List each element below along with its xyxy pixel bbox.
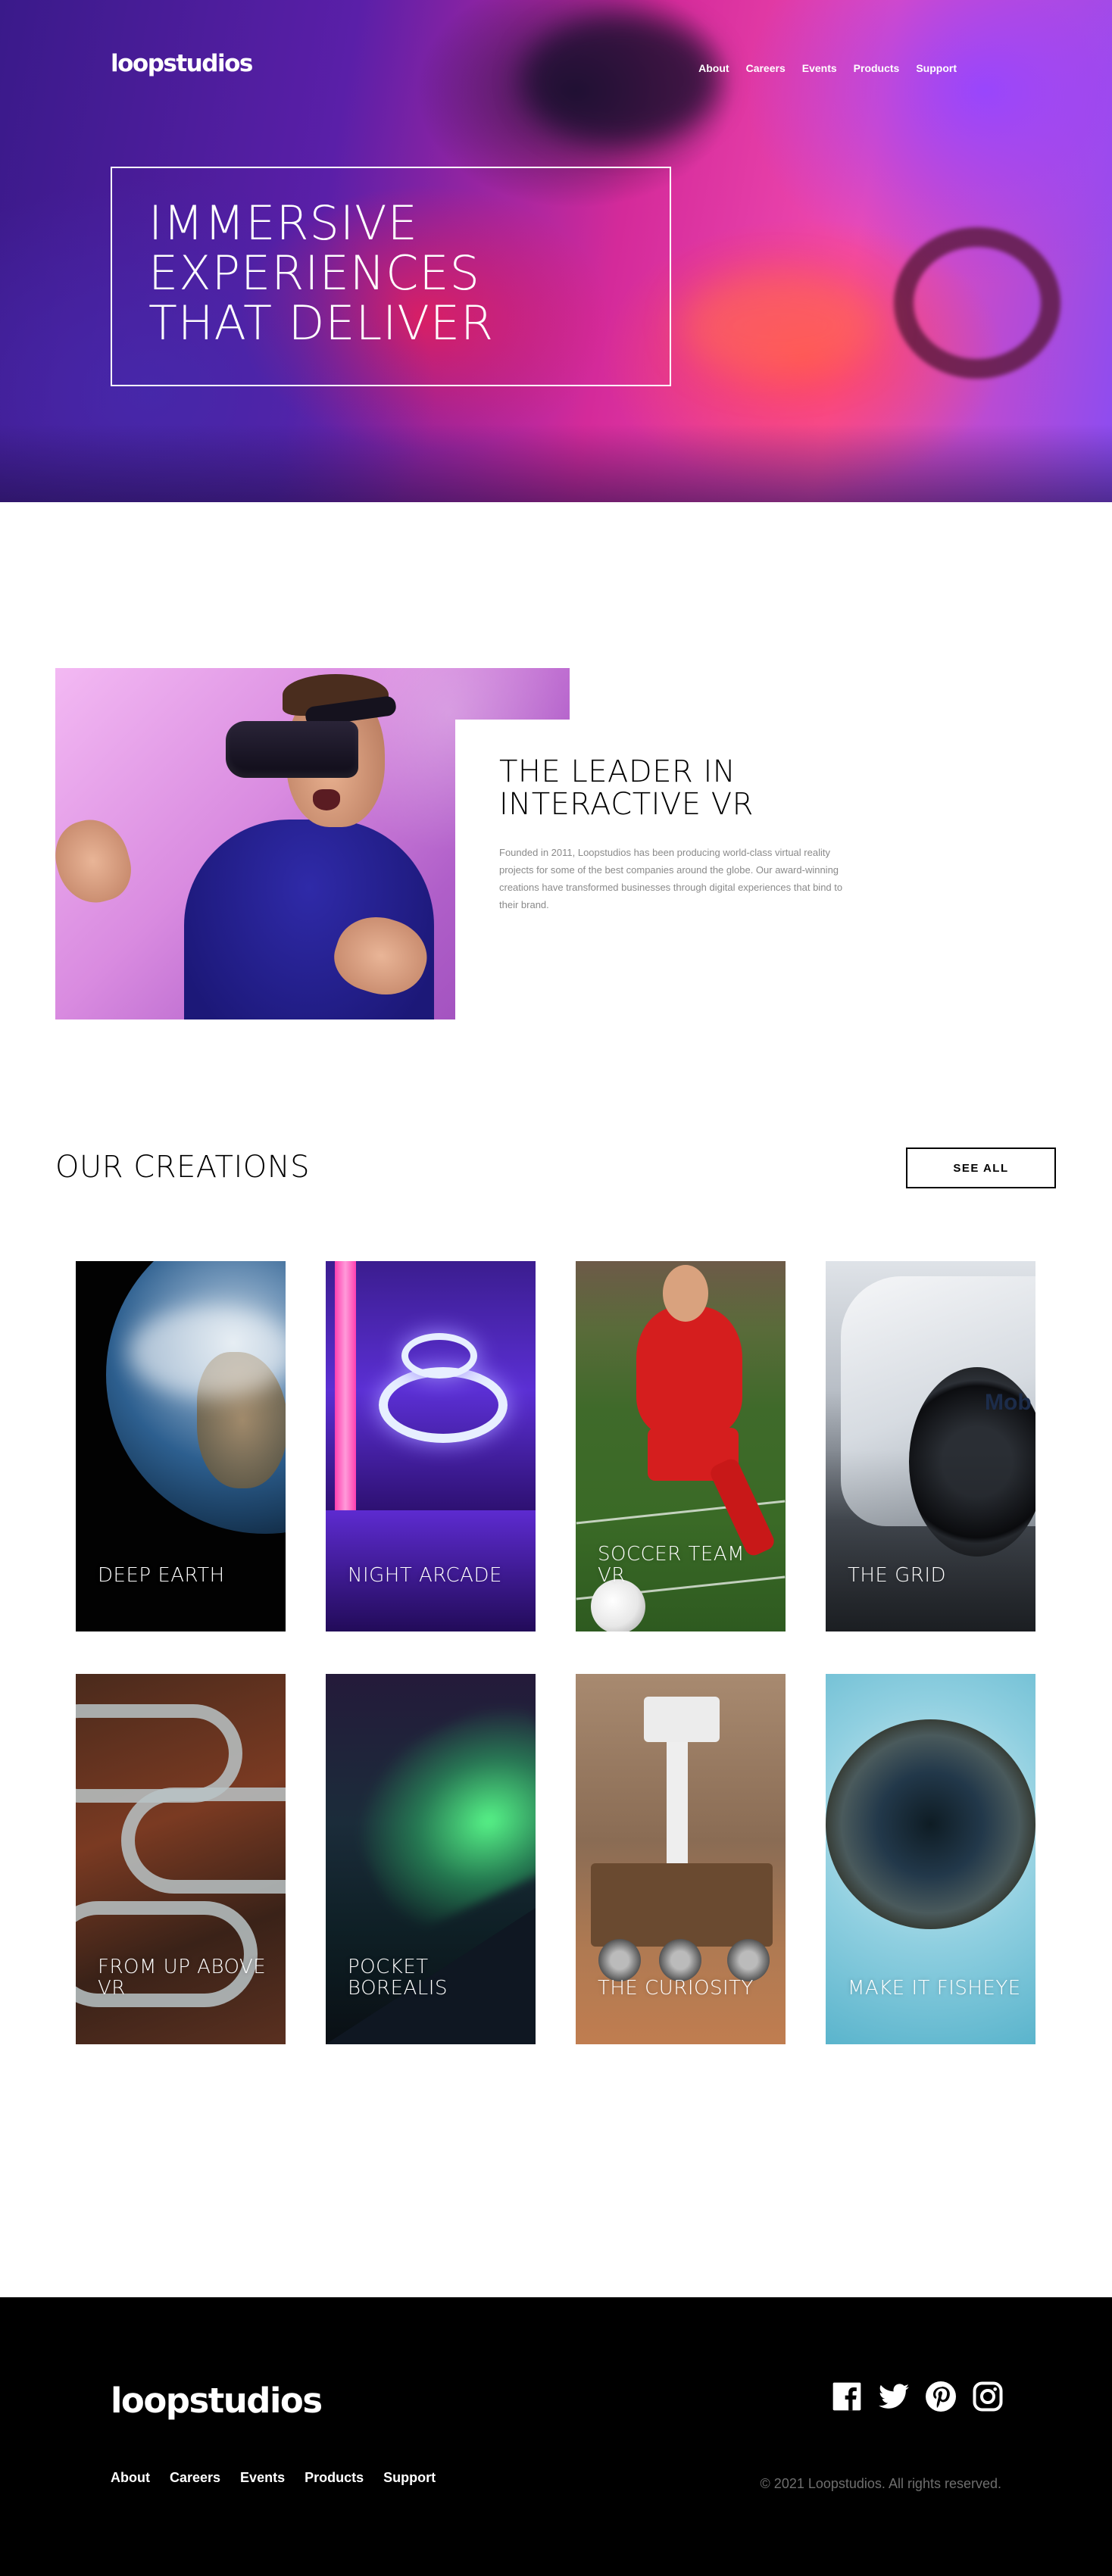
hero-title-line: IMMERSIVE <box>148 195 418 251</box>
copyright-text: © 2021 Loopstudios. All rights reserved. <box>760 2476 1001 2491</box>
creation-card-the-grid[interactable]: Mob THE GRID <box>826 1261 1035 1631</box>
social-links <box>831 2381 1004 2412</box>
rover-camera-head <box>644 1697 720 1742</box>
nav-link-events[interactable]: Events <box>802 62 837 74</box>
creation-card-make-it-fisheye[interactable]: MAKE IT FISHEYE <box>826 1674 1035 2044</box>
fisheye-planet <box>826 1719 1035 1929</box>
nav-link-careers[interactable]: Careers <box>746 62 786 74</box>
main-nav: About Careers Events Products Support <box>698 62 957 74</box>
nav-link-support[interactable]: Support <box>916 62 957 74</box>
creation-card-label: NIGHT ARCADE <box>348 1564 502 1587</box>
creation-card-pocket-borealis[interactable]: POCKET BOREALIS <box>326 1674 536 2044</box>
hero-title-box: IMMERSIVE EXPERIENCES THAT DELIVER <box>111 167 671 386</box>
about-section: THE LEADER IN INTERACTIVE VR Founded in … <box>0 502 1112 1150</box>
image-mouth <box>313 789 340 810</box>
rover-wheel <box>727 1939 770 1981</box>
creation-card-label: SOCCER TEAM VR <box>598 1543 745 1587</box>
soccer-player <box>636 1307 742 1435</box>
card-shade <box>826 1450 1035 1631</box>
hero-title-line: EXPERIENCES <box>148 245 480 301</box>
soccer-player-head <box>663 1265 708 1322</box>
hero-image-steering-wheel <box>894 227 1060 379</box>
twitter-icon[interactable] <box>878 2381 910 2412</box>
creation-card-label: THE CURIOSITY <box>598 1977 754 2000</box>
rover-wheel <box>598 1939 641 1981</box>
creations-section: OUR CREATIONS SEE ALL DEEP EARTH NIGHT A… <box>0 1147 1112 2297</box>
hero-title-line: THAT DELIVER <box>148 295 495 351</box>
creation-card-deep-earth[interactable]: DEEP EARTH <box>76 1261 286 1631</box>
image-hand-left <box>55 811 139 911</box>
about-text: Founded in 2011, Loopstudios has been pr… <box>499 847 843 910</box>
creation-card-label: FROM UP ABOVE VR <box>98 1956 267 2000</box>
facebook-icon[interactable] <box>831 2381 863 2412</box>
site-footer: loopstudios About Careers Events Product… <box>0 2297 1112 2576</box>
footer-link-events[interactable]: Events <box>240 2470 285 2486</box>
creation-card-label: MAKE IT FISHEYE <box>848 1977 1021 2000</box>
creation-card-label: DEEP EARTH <box>98 1564 225 1587</box>
site-logo[interactable]: loopstudios <box>111 50 253 77</box>
nav-link-products[interactable]: Products <box>854 62 900 74</box>
pinterest-icon[interactable] <box>925 2381 957 2412</box>
footer-logo[interactable]: loopstudios <box>111 2381 323 2421</box>
see-all-button[interactable]: SEE ALL <box>906 1147 1056 1188</box>
footer-link-products[interactable]: Products <box>305 2470 364 2486</box>
hero-image-vignette <box>0 424 1112 502</box>
about-title: THE LEADER IN INTERACTIVE VR <box>499 756 832 821</box>
race-car-decal: Mob <box>985 1390 1032 1415</box>
hero-image-shadow <box>523 15 720 144</box>
instagram-icon[interactable] <box>972 2381 1004 2412</box>
hero-title: IMMERSIVE EXPERIENCES THAT DELIVER <box>148 198 633 348</box>
footer-nav: About Careers Events Products Support <box>111 2470 436 2486</box>
footer-link-support[interactable]: Support <box>383 2470 436 2486</box>
hero-image-glow <box>682 273 879 379</box>
creation-card-soccer-team-vr[interactable]: SOCCER TEAM VR <box>576 1261 786 1631</box>
creation-card-label: THE GRID <box>848 1564 947 1587</box>
soccer-ball <box>591 1579 645 1631</box>
creation-card-from-up-above-vr[interactable]: FROM UP ABOVE VR <box>76 1674 286 2044</box>
creation-card-night-arcade[interactable]: NIGHT ARCADE <box>326 1261 536 1631</box>
rover-wheel <box>659 1939 701 1981</box>
nav-link-about[interactable]: About <box>698 62 729 74</box>
arcade-ring <box>379 1367 508 1443</box>
image-vr-headset <box>226 721 358 778</box>
creation-card-label: POCKET BOREALIS <box>348 1956 448 2000</box>
creations-title: OUR CREATIONS <box>55 1150 311 1185</box>
about-card: THE LEADER IN INTERACTIVE VR Founded in … <box>455 720 876 1023</box>
aurora-glow <box>329 1690 536 1938</box>
about-title-line: INTERACTIVE VR <box>499 787 754 822</box>
footer-link-careers[interactable]: Careers <box>170 2470 220 2486</box>
arcade-ring <box>401 1333 477 1379</box>
about-title-line: THE LEADER IN <box>499 754 736 789</box>
footer-link-about[interactable]: About <box>111 2470 150 2486</box>
aerial-road <box>121 1788 286 1894</box>
rover-body <box>591 1863 773 1947</box>
earth-clouds <box>129 1307 286 1397</box>
creation-card-the-curiosity[interactable]: THE CURIOSITY <box>576 1674 786 2044</box>
hero-section: loopstudios About Careers Events Product… <box>0 0 1112 502</box>
